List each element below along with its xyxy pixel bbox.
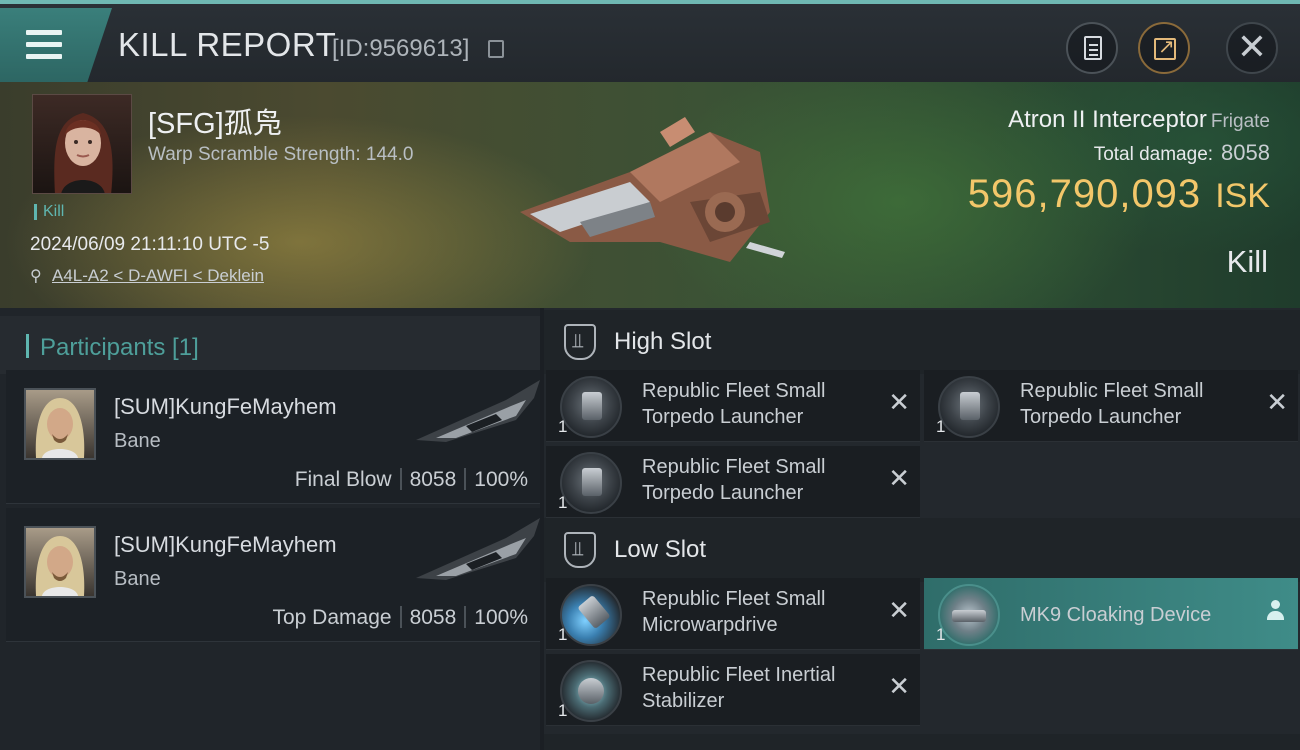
share-button[interactable] <box>1138 22 1190 74</box>
item-quantity: 1 <box>558 701 568 720</box>
victim-ship-image <box>520 117 785 262</box>
item-name: Republic Fleet Small Microwarpdrive <box>642 588 826 636</box>
copy-icon[interactable] <box>488 40 504 58</box>
torpedo-launcher-icon <box>938 376 1000 438</box>
hamburger-menu-icon <box>26 30 62 60</box>
destroyed-x-icon: ✕ <box>1266 388 1288 418</box>
total-damage-label: Total damage: <box>1093 144 1214 165</box>
high-slot-header: High Slot <box>544 310 1300 374</box>
next-slot-header-peek <box>544 734 1300 750</box>
participants-title: Participants [1] <box>40 334 199 361</box>
location-link[interactable]: A4L-A2 < D-AWFI < Deklein <box>52 266 264 285</box>
torpedo-launcher-icon <box>560 376 622 438</box>
kill-type-tag: Kill <box>34 204 64 220</box>
destroyed-x-icon: ✕ <box>888 388 910 418</box>
page-title: KILL REPORT <box>118 26 337 63</box>
high-slot-title: High Slot <box>614 328 712 355</box>
isk-unit: ISK <box>1215 177 1270 215</box>
low-slot-icon <box>564 532 596 568</box>
total-damage-value: 8058 <box>1221 140 1270 165</box>
torpedo-launcher-icon <box>560 452 622 514</box>
location-pin-icon: ⚲ <box>30 266 42 285</box>
participants-panel: Participants [1] [SUM]KungFeMayhem Bane … <box>0 308 540 750</box>
stat-divider <box>399 606 402 628</box>
participant-ship: Bane <box>114 568 161 590</box>
participant-card[interactable]: [SUM]KungFeMayhem Bane Final Blow 8058 100… <box>6 370 540 504</box>
participant-percent: 100% <box>474 606 528 629</box>
participant-damage: 8058 <box>409 606 457 629</box>
destroyed-x-icon: ✕ <box>888 464 910 494</box>
item-quantity: 1 <box>558 625 568 644</box>
isk-value-row: 596,790,093 ISK <box>968 172 1270 217</box>
document-icon <box>1084 36 1102 60</box>
item-name: Republic Fleet Small Torpedo Launcher <box>1020 380 1204 428</box>
stat-divider <box>399 468 402 490</box>
item-name: Republic Fleet Small Torpedo Launcher <box>642 380 826 428</box>
microwarpdrive-icon <box>560 584 622 646</box>
participant-avatar[interactable] <box>24 388 96 460</box>
fitting-item[interactable]: 1 Republic Fleet Small Torpedo Launcher … <box>546 446 920 518</box>
kill-result-label: Kill <box>1226 244 1268 279</box>
high-slot-icon <box>564 324 596 360</box>
fitting-item[interactable]: 1 Republic Fleet Small Microwarpdrive ✕ <box>546 578 920 650</box>
low-slot-header: Low Slot <box>544 518 1300 582</box>
close-icon: ✕ <box>1236 27 1268 68</box>
ship-class: Frigate <box>1210 111 1270 132</box>
header-accent-bar <box>26 334 29 358</box>
victim-stat: Warp Scramble Strength: 144.0 <box>148 144 414 165</box>
fitting-item[interactable]: 1 Republic Fleet Inertial Stabilizer ✕ <box>546 654 920 726</box>
participant-card[interactable]: [SUM]KungFeMayhem Bane Top Damage 8058 100… <box>6 508 540 642</box>
item-quantity: 1 <box>936 417 946 436</box>
participant-name[interactable]: [SUM]KungFeMayhem <box>114 394 337 420</box>
kill-banner: [SFG]孤凫 Warp Scramble Strength: 144.0 Ki… <box>0 82 1300 308</box>
item-name: Republic Fleet Small Torpedo Launcher <box>642 456 826 504</box>
participant-ship-image <box>416 380 540 442</box>
participant-stats: Top Damage 8058 100% <box>272 606 528 630</box>
participant-stats: Final Blow 8058 100% <box>295 468 528 492</box>
participant-role: Top Damage <box>272 606 392 629</box>
item-name: MK9 Cloaking Device <box>1020 604 1212 626</box>
fitting-item-dropped[interactable]: 1 MK9 Cloaking Device <box>924 578 1298 650</box>
kill-id: [ID:9569613] <box>332 35 470 62</box>
item-quantity: 1 <box>558 417 568 436</box>
fitting-item[interactable]: 1 Republic Fleet Small Torpedo Launcher … <box>546 370 920 442</box>
isk-value: 596,790,093 <box>967 172 1202 216</box>
stat-divider <box>464 606 467 628</box>
ship-name-text: Atron II Interceptor <box>1008 106 1207 133</box>
low-slot-title: Low Slot <box>614 536 707 563</box>
participant-name[interactable]: [SUM]KungFeMayhem <box>114 532 337 558</box>
victim-avatar[interactable] <box>32 94 132 194</box>
participant-avatar[interactable] <box>24 526 96 598</box>
stat-divider <box>464 468 467 490</box>
kill-timestamp: 2024/06/09 21:11:10 UTC -5 <box>30 234 270 255</box>
participant-role: Final Blow <box>294 468 392 491</box>
menu-button[interactable] <box>0 8 112 82</box>
destroyed-x-icon: ✕ <box>888 596 910 626</box>
item-quantity: 1 <box>936 625 946 644</box>
user-icon <box>1266 600 1284 622</box>
destroyed-x-icon: ✕ <box>888 672 910 702</box>
inertial-stabilizer-icon <box>560 660 622 722</box>
share-icon <box>1154 34 1176 60</box>
victim-name[interactable]: [SFG]孤凫 <box>148 100 282 142</box>
victim-ship-name[interactable]: Atron II Interceptor Frigate <box>1008 106 1270 134</box>
participant-damage: 8058 <box>409 468 457 491</box>
top-bar: KILL REPORT [ID:9569613] ✕ <box>0 0 1300 82</box>
document-button[interactable] <box>1066 22 1118 74</box>
participants-header[interactable]: Participants [1] <box>0 316 540 374</box>
participant-percent: 100% <box>474 468 528 491</box>
item-name: Republic Fleet Inertial Stabilizer <box>642 664 836 712</box>
participant-ship: Bane <box>114 430 161 452</box>
close-button[interactable]: ✕ <box>1226 22 1278 74</box>
participant-ship-image <box>416 518 540 580</box>
cloaking-device-icon <box>938 584 1000 646</box>
total-damage: Total damage: 8058 <box>1094 140 1270 166</box>
fitting-item[interactable]: 1 Republic Fleet Small Torpedo Launcher … <box>924 370 1298 442</box>
kill-location[interactable]: ⚲ A4L-A2 < D-AWFI < Deklein <box>30 266 264 286</box>
item-quantity: 1 <box>558 493 568 512</box>
fitting-panel: High Slot 1 Republic Fleet Small Torpedo… <box>544 308 1300 750</box>
